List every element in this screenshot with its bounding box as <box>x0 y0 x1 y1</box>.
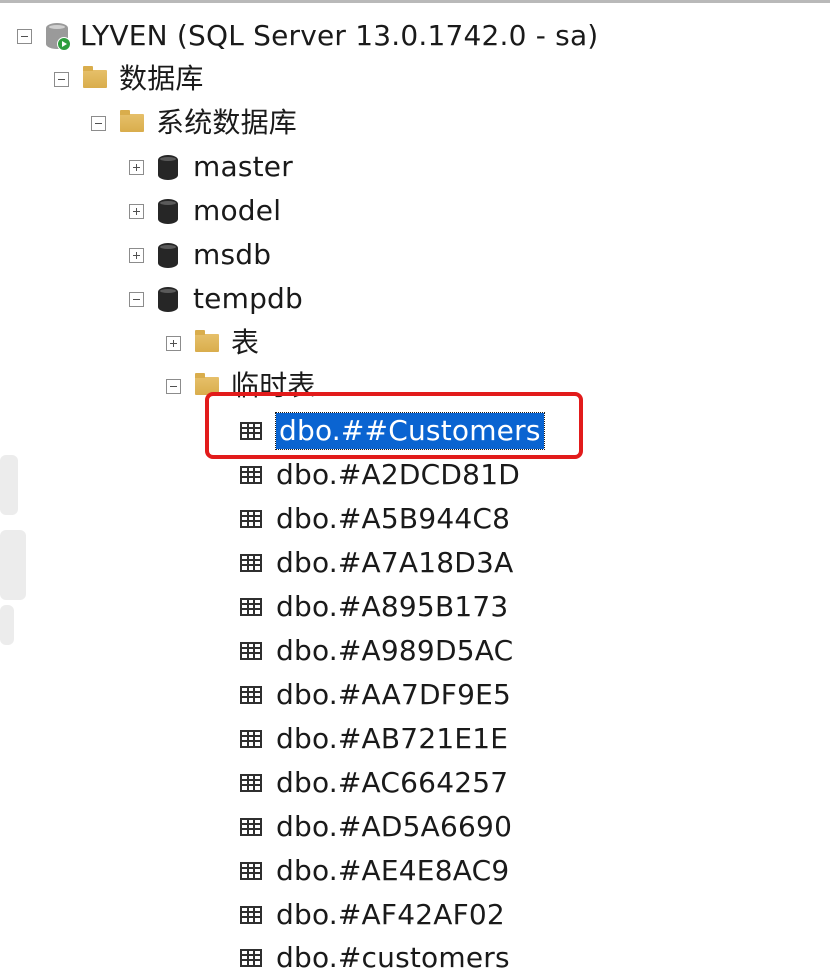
database-icon <box>158 242 178 268</box>
system-databases-label: 系统数据库 <box>156 106 298 139</box>
tables-folder-label: 表 <box>231 326 260 359</box>
expand-icon[interactable] <box>166 335 181 351</box>
temp-table-label: dbo.#A895B173 <box>276 590 509 623</box>
object-explorer-tree: LYVEN (SQL Server 13.0.1742.0 - sa) 数据库 … <box>0 0 830 974</box>
tree-node-temp-table[interactable]: dbo.#AE4E8AC9 <box>240 851 509 891</box>
table-icon <box>240 598 262 616</box>
temp-table-label: dbo.#AB721E1E <box>276 722 509 755</box>
expand-icon[interactable] <box>129 247 144 263</box>
folder-icon <box>83 66 107 88</box>
highlight-annotation-box <box>205 392 583 459</box>
tree-node-db-tempdb[interactable]: tempdb <box>129 279 303 319</box>
folder-icon <box>120 110 144 132</box>
tree-node-temp-table[interactable]: dbo.#A5B944C8 <box>240 499 510 539</box>
temp-table-label: dbo.#A5B944C8 <box>276 502 511 535</box>
collapse-icon[interactable] <box>54 71 69 87</box>
temp-table-label: dbo.#A2DCD81D <box>276 458 520 491</box>
database-label: tempdb <box>193 282 304 315</box>
temp-table-label: dbo.#A989D5AC <box>276 634 514 667</box>
tree-node-temp-table[interactable]: dbo.#AC664257 <box>240 763 508 803</box>
table-icon <box>240 554 262 572</box>
database-icon <box>158 198 178 224</box>
database-icon <box>158 154 178 180</box>
temp-table-label: dbo.#A7A18D3A <box>276 546 514 579</box>
tree-node-db-msdb[interactable]: msdb <box>129 235 271 275</box>
server-icon <box>46 23 71 51</box>
table-icon <box>240 862 262 880</box>
tree-node-db-master[interactable]: master <box>129 147 293 187</box>
tree-node-databases[interactable]: 数据库 <box>54 59 204 99</box>
expand-icon[interactable] <box>129 159 144 175</box>
table-icon <box>240 686 262 704</box>
tree-node-db-model[interactable]: model <box>129 191 281 231</box>
table-icon <box>240 774 262 792</box>
temp-table-label: dbo.#AA7DF9E5 <box>276 678 512 711</box>
running-status-icon <box>57 37 71 51</box>
database-icon <box>158 286 178 312</box>
tree-node-temp-table[interactable]: dbo.#A2DCD81D <box>240 455 520 495</box>
table-icon <box>240 906 262 924</box>
database-label: msdb <box>193 238 272 271</box>
tree-node-tables-folder[interactable]: 表 <box>166 323 259 363</box>
tree-node-temp-table[interactable]: dbo.#AA7DF9E5 <box>240 675 511 715</box>
collapse-icon[interactable] <box>166 378 181 394</box>
tree-node-temp-table[interactable]: dbo.#AB721E1E <box>240 719 508 759</box>
temp-table-label: dbo.#AD5A6690 <box>276 810 513 843</box>
tree-node-temp-table[interactable]: dbo.#A895B173 <box>240 587 508 627</box>
folder-icon <box>195 330 219 352</box>
databases-folder-label: 数据库 <box>119 62 204 95</box>
collapse-icon[interactable] <box>91 115 106 131</box>
tree-node-temp-table[interactable]: dbo.#A7A18D3A <box>240 543 513 583</box>
server-label: LYVEN (SQL Server 13.0.1742.0 - sa) <box>80 19 599 52</box>
expand-icon[interactable] <box>129 203 144 219</box>
collapse-icon[interactable] <box>17 28 32 44</box>
tree-node-temp-table[interactable]: dbo.#customers <box>240 938 510 978</box>
database-label: model <box>193 194 282 227</box>
temp-table-label: dbo.#AC664257 <box>276 766 509 799</box>
tree-node-system-databases[interactable]: 系统数据库 <box>91 103 297 143</box>
table-icon <box>240 818 262 836</box>
table-icon <box>240 466 262 484</box>
database-label: master <box>193 150 293 183</box>
collapse-icon[interactable] <box>129 291 144 307</box>
tree-node-temp-table[interactable]: dbo.#AF42AF02 <box>240 895 505 935</box>
tree-node-temp-table[interactable]: dbo.#AD5A6690 <box>240 807 512 847</box>
table-icon <box>240 730 262 748</box>
temp-table-label: dbo.#AF42AF02 <box>276 898 505 931</box>
temp-table-label: dbo.#customers <box>276 941 510 974</box>
tree-node-server[interactable]: LYVEN (SQL Server 13.0.1742.0 - sa) <box>17 16 598 56</box>
tree-node-temp-table[interactable]: dbo.#A989D5AC <box>240 631 513 671</box>
table-icon <box>240 949 262 967</box>
table-icon <box>240 642 262 660</box>
temp-table-label: dbo.#AE4E8AC9 <box>276 854 510 887</box>
table-icon <box>240 510 262 528</box>
